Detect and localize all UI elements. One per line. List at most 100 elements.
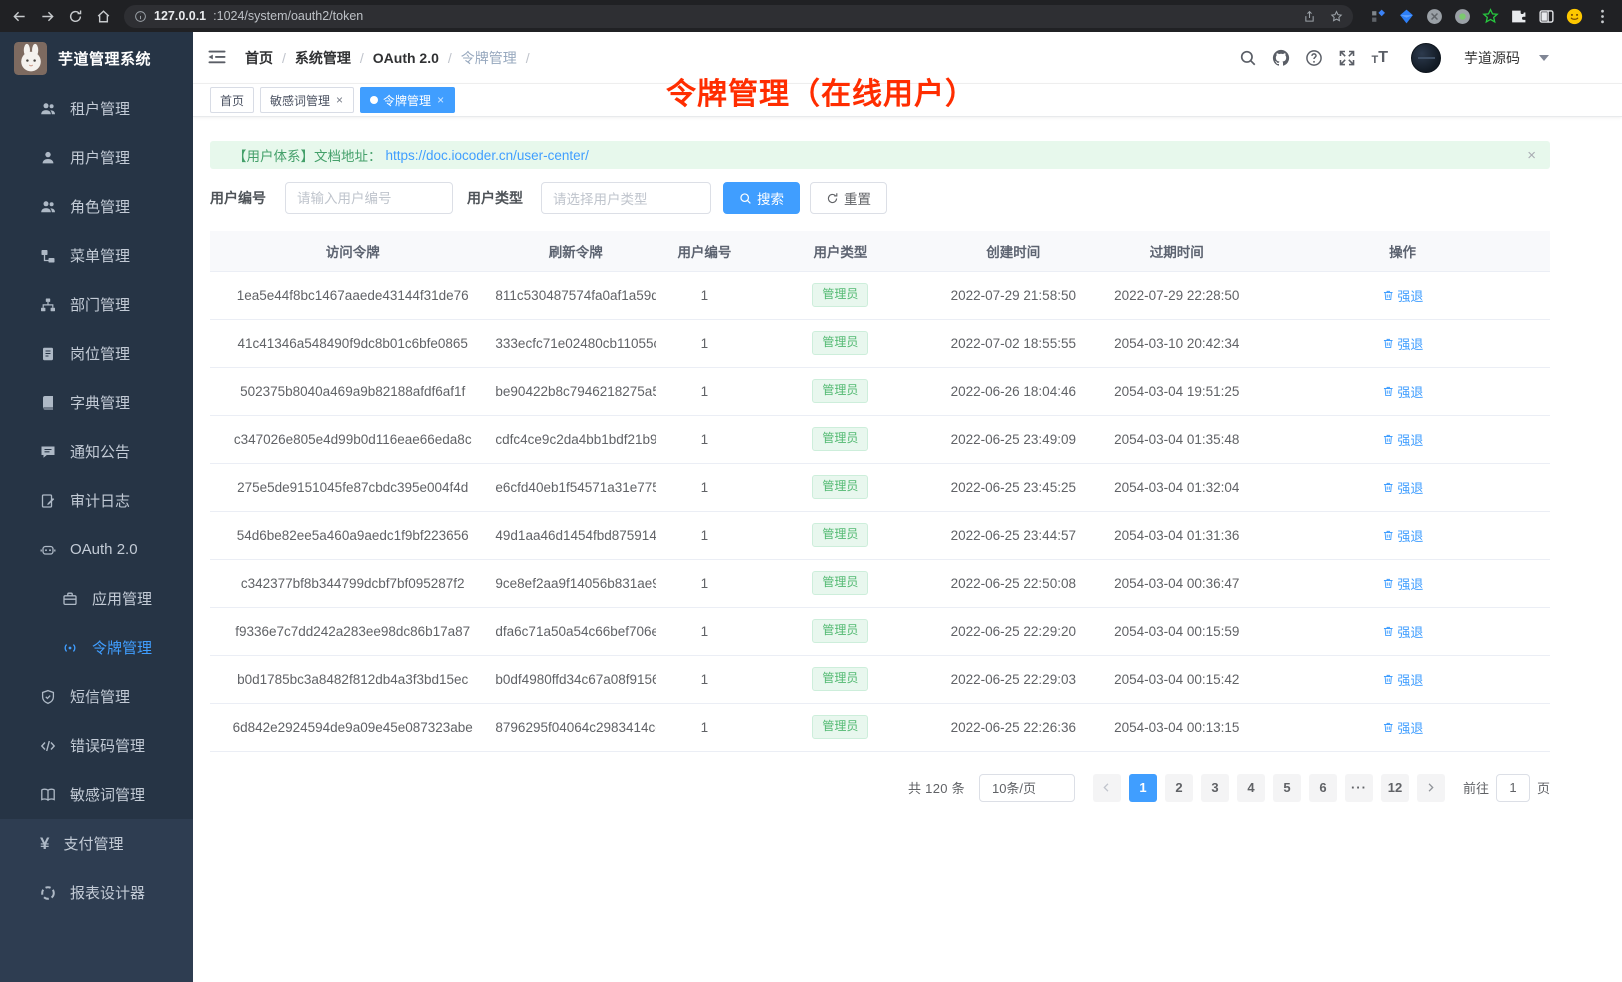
sidebar-item-label: 岗位管理 bbox=[70, 343, 130, 364]
user-type-select[interactable]: 请选择用户类型 bbox=[541, 182, 711, 214]
doc-link[interactable]: https://doc.iocoder.cn/user-center/ bbox=[386, 148, 589, 163]
browser-menu-icon[interactable] bbox=[1593, 7, 1612, 26]
sidebar-item[interactable]: 岗位管理 bbox=[0, 329, 193, 378]
force-logout-button[interactable]: 强退 bbox=[1382, 622, 1424, 641]
github-icon[interactable] bbox=[1272, 49, 1290, 67]
breadcrumb-item[interactable]: OAuth 2.0 bbox=[373, 50, 439, 66]
sidebar-item[interactable]: 部门管理 bbox=[0, 280, 193, 329]
close-icon[interactable]: × bbox=[335, 94, 344, 106]
sidebar-item[interactable]: OAuth 2.0 bbox=[0, 525, 193, 574]
extension-tiles-icon[interactable] bbox=[1369, 7, 1388, 26]
force-logout-button[interactable]: 强退 bbox=[1382, 574, 1424, 593]
sidebar-item[interactable]: ¥ 支付管理 bbox=[0, 819, 193, 868]
fullscreen-icon[interactable] bbox=[1338, 49, 1356, 67]
user-id-cell: 1 bbox=[656, 607, 752, 655]
font-size-icon[interactable]: TT bbox=[1371, 50, 1388, 66]
side-panel-icon[interactable] bbox=[1537, 7, 1556, 26]
sidebar-item-label: 令牌管理 bbox=[92, 637, 152, 658]
help-icon[interactable] bbox=[1305, 49, 1323, 67]
page-button[interactable]: 4 bbox=[1237, 774, 1265, 802]
username[interactable]: 芋道源码 bbox=[1464, 48, 1520, 68]
tenant-icon bbox=[40, 101, 56, 117]
user-id-label: 用户编号 bbox=[210, 188, 266, 208]
reload-icon[interactable] bbox=[62, 3, 88, 29]
sidebar-item[interactable]: 应用管理 bbox=[0, 574, 193, 623]
token-icon bbox=[62, 640, 78, 656]
role-icon bbox=[40, 199, 56, 215]
forward-icon[interactable] bbox=[34, 3, 60, 29]
sidebar-item-label: 通知公告 bbox=[70, 441, 130, 462]
view-tab[interactable]: 首页 bbox=[210, 87, 254, 113]
pagination: 共 120 条 10条/页 1 2 3 4 bbox=[210, 774, 1550, 802]
app-title: 芋道管理系统 bbox=[58, 48, 151, 69]
force-logout-button[interactable]: 强退 bbox=[1382, 478, 1424, 497]
sidebar-item[interactable]: 审计日志 bbox=[0, 476, 193, 525]
sidebar-item[interactable]: 报表设计器 bbox=[0, 868, 193, 917]
page-jump-input[interactable] bbox=[1496, 774, 1530, 802]
view-tab[interactable]: 敏感词管理 × bbox=[260, 87, 354, 113]
sidebar-item[interactable]: 用户管理 bbox=[0, 133, 193, 182]
back-icon[interactable] bbox=[6, 3, 32, 29]
info-icon[interactable] bbox=[134, 10, 147, 23]
page-button[interactable]: 1 bbox=[1129, 774, 1157, 802]
force-logout-button[interactable]: 强退 bbox=[1382, 430, 1424, 449]
page-button[interactable]: 5 bbox=[1273, 774, 1301, 802]
expires-cell: 2054-03-04 00:13:15 bbox=[1098, 703, 1255, 751]
force-logout-button[interactable]: 强退 bbox=[1382, 718, 1424, 737]
user-avatar[interactable] bbox=[1411, 43, 1441, 73]
created-cell: 2022-06-25 22:29:03 bbox=[928, 655, 1098, 703]
force-logout-button[interactable]: 强退 bbox=[1382, 670, 1424, 689]
user-id-input[interactable] bbox=[285, 182, 453, 214]
close-icon[interactable]: × bbox=[1527, 147, 1536, 164]
top-navbar: 首页 / 系统管理 / OAuth 2.0 / bbox=[193, 32, 1622, 84]
refresh-token-cell: e6cfd40eb1f54571a31e775e039c4624 bbox=[495, 463, 656, 511]
sidebar-item[interactable]: 错误码管理 bbox=[0, 721, 193, 770]
caret-down-icon[interactable] bbox=[1539, 55, 1549, 61]
force-logout-button[interactable]: 强退 bbox=[1382, 526, 1424, 545]
sidebar-item[interactable]: 通知公告 bbox=[0, 427, 193, 476]
sidebar-item[interactable]: 角色管理 bbox=[0, 182, 193, 231]
refresh-token-cell: 8796295f04064c2983414cc54af1097a bbox=[495, 703, 656, 751]
extension-gem-icon[interactable] bbox=[1397, 7, 1416, 26]
share-icon[interactable] bbox=[1303, 10, 1316, 23]
page-button[interactable]: ··· bbox=[1345, 774, 1373, 802]
profile-avatar[interactable] bbox=[1565, 7, 1584, 26]
home-icon[interactable] bbox=[90, 3, 116, 29]
force-logout-button[interactable]: 强退 bbox=[1382, 382, 1424, 401]
user-type-label: 用户类型 bbox=[467, 188, 523, 208]
breadcrumb-item[interactable]: 系统管理 bbox=[295, 48, 351, 68]
extension-green-star-icon[interactable] bbox=[1481, 7, 1500, 26]
next-page-button[interactable] bbox=[1417, 774, 1445, 802]
page-button[interactable]: 2 bbox=[1165, 774, 1193, 802]
page-button[interactable]: 3 bbox=[1201, 774, 1229, 802]
force-logout-button[interactable]: 强退 bbox=[1382, 334, 1424, 353]
sidebar-item[interactable]: 短信管理 bbox=[0, 672, 193, 721]
extension-green-dot-icon[interactable] bbox=[1453, 7, 1472, 26]
page-size-select[interactable]: 10条/页 bbox=[979, 774, 1075, 802]
bookmark-star-icon[interactable] bbox=[1330, 10, 1343, 23]
sidebar-item[interactable]: 敏感词管理 bbox=[0, 770, 193, 819]
created-cell: 2022-06-25 23:49:09 bbox=[928, 415, 1098, 463]
breadcrumb-item[interactable]: 首页 bbox=[245, 48, 273, 68]
address-bar[interactable]: 127.0.0.1 :1024/system/oauth2/token bbox=[124, 5, 1353, 28]
refresh-token-cell: dfa6c71a50a54c66bef706ef9e6e8d81 bbox=[495, 607, 656, 655]
view-tab[interactable]: 令牌管理 × bbox=[360, 87, 455, 113]
sidebar-item[interactable]: 菜单管理 bbox=[0, 231, 193, 280]
close-icon[interactable]: × bbox=[436, 94, 445, 106]
page-button[interactable]: 6 bbox=[1309, 774, 1337, 802]
search-icon[interactable] bbox=[1239, 49, 1257, 67]
force-logout-button[interactable]: 强退 bbox=[1382, 286, 1424, 305]
search-button[interactable]: 搜索 bbox=[723, 182, 800, 214]
extension-gray-circle-icon[interactable] bbox=[1425, 7, 1444, 26]
sidebar-item[interactable]: 令牌管理 bbox=[0, 623, 193, 672]
page-button[interactable]: 12 bbox=[1381, 774, 1409, 802]
prev-page-button[interactable] bbox=[1093, 774, 1121, 802]
sidebar-item[interactable]: 字典管理 bbox=[0, 378, 193, 427]
sidebar-item[interactable]: 租户管理 bbox=[0, 84, 193, 133]
expires-cell: 2022-07-29 22:28:50 bbox=[1098, 271, 1255, 319]
trash-icon bbox=[1382, 289, 1395, 302]
sidebar-collapse-icon[interactable] bbox=[207, 47, 229, 69]
sidebar-item-label: 错误码管理 bbox=[70, 735, 145, 756]
extensions-puzzle-icon[interactable] bbox=[1509, 7, 1528, 26]
reset-button[interactable]: 重置 bbox=[810, 182, 887, 214]
